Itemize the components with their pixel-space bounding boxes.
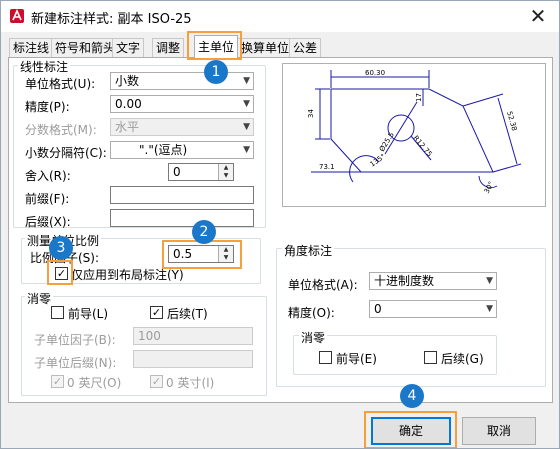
trailing-label[interactable]: 后续(T) <box>167 305 208 322</box>
close-button[interactable]: ✕ <box>523 3 553 29</box>
angular-leading-label[interactable]: 前导(E) <box>336 350 377 367</box>
suffix-label: 后缀(X): <box>25 215 71 229</box>
fraction-format-select[interactable]: 水平 ▼ <box>110 118 254 136</box>
preview-dim-small: 17 <box>415 93 423 102</box>
fraction-format-value: 水平 <box>115 120 140 134</box>
angular-precision-value: 0 <box>374 302 382 316</box>
window-title: 新建标注样式: 副本 ISO-25 <box>31 12 192 27</box>
angular-unit-format-value: 十进制度数 <box>374 274 435 288</box>
roundoff-value: 0 <box>173 165 181 179</box>
chevron-down-icon: ▼ <box>243 122 250 132</box>
chevron-down-icon: ▼ <box>243 145 250 155</box>
highlight-scale-factor <box>162 240 242 269</box>
unit-format-label: 单位格式(U): <box>25 77 96 91</box>
angular-group-title: 角度标注 <box>282 242 335 259</box>
trailing-checkbox[interactable]: ✓ <box>150 306 163 319</box>
suffix-input[interactable] <box>110 209 254 227</box>
tab-tolerances[interactable]: 公差 <box>289 38 322 58</box>
preview-dim-left: 34 <box>307 109 315 118</box>
preview-dim-bottom: 73.1 <box>319 163 335 171</box>
roundoff-label: 舍入(R): <box>25 169 71 183</box>
prefix-input[interactable] <box>110 186 254 204</box>
tab-fit[interactable]: 调整 <box>152 38 185 58</box>
highlight-ok-button <box>364 411 457 448</box>
callout-2: 2 <box>192 220 216 244</box>
highlight-layout-only <box>47 260 73 285</box>
feet-label[interactable]: 0 英尺(O) <box>67 374 121 391</box>
spin-down-icon[interactable]: ▼ <box>218 172 233 180</box>
precision-value: 0.00 <box>115 97 142 111</box>
tab-text[interactable]: 文字 <box>112 38 145 58</box>
zero-suppression-title: 消零 <box>25 290 54 307</box>
chevron-down-icon: ▼ <box>486 276 493 286</box>
linear-group-title: 线性标注 <box>18 58 71 75</box>
decimal-separator-value: "."(逗点) <box>139 143 188 157</box>
inches-checkbox[interactable]: ✓ <box>150 375 163 388</box>
app-icon <box>10 9 24 23</box>
precision-label: 精度(P): <box>25 100 70 114</box>
feet-checkbox[interactable]: ✓ <box>51 375 64 388</box>
chevron-down-icon: ▼ <box>486 304 493 314</box>
tab-dimension-lines[interactable]: 标注线 <box>9 38 54 58</box>
callout-1: 1 <box>204 60 228 84</box>
angular-precision-label: 精度(O): <box>288 306 335 320</box>
decimal-separator-select[interactable]: "."(逗点) ▼ <box>110 141 254 159</box>
angular-unit-format-label: 单位格式(A): <box>288 278 358 292</box>
callout-4: 4 <box>400 384 424 408</box>
inches-label[interactable]: 0 英寸(I) <box>166 374 214 391</box>
callout-3: 3 <box>49 236 73 260</box>
preview-dim-radius: R12.75 <box>411 134 433 158</box>
sub-factor-input[interactable]: 100 <box>133 327 253 345</box>
dimension-style-dialog: 新建标注样式: 副本 ISO-25 ✕ 标注线 符号和箭头 文字 调整 主单位 … <box>0 0 560 449</box>
angular-zero-suppression-title: 消零 <box>299 329 328 346</box>
dimension-preview-drawing: 60.30 34 17 52.38 R12.75 Ø25.5 135° 73.1… <box>307 69 522 195</box>
leading-checkbox[interactable] <box>51 306 64 319</box>
angular-leading-checkbox[interactable] <box>319 351 332 364</box>
sub-suffix-input[interactable] <box>133 350 253 368</box>
fraction-format-label: 分数格式(M): <box>25 123 97 137</box>
tab-alternate-units[interactable]: 换算单位 <box>237 38 294 58</box>
angular-precision-select[interactable]: 0 ▼ <box>369 300 497 318</box>
sub-factor-label: 子单位因子(B): <box>34 333 116 347</box>
tab-symbols-arrows[interactable]: 符号和箭头 <box>51 38 120 58</box>
chevron-down-icon: ▼ <box>243 76 250 86</box>
roundoff-spinner[interactable]: 0 ▲ ▼ <box>168 163 234 181</box>
preview-dim-diameter: Ø25.5 <box>378 131 396 153</box>
unit-format-select[interactable]: 小数 ▼ <box>110 72 254 90</box>
leading-label[interactable]: 前导(L) <box>68 305 108 322</box>
angular-trailing-checkbox[interactable] <box>424 351 437 364</box>
sub-suffix-label: 子单位后缀(N): <box>34 356 117 370</box>
angular-unit-format-select[interactable]: 十进制度数 ▼ <box>369 272 497 290</box>
cancel-button[interactable]: 取消 <box>462 417 536 445</box>
preview-box: 60.30 34 17 52.38 R12.75 Ø25.5 135° 73.1… <box>282 63 546 207</box>
preview-dim-angle: 135° <box>369 152 387 168</box>
unit-format-value: 小数 <box>115 74 140 88</box>
prefix-label: 前缀(F): <box>25 192 70 206</box>
precision-select[interactable]: 0.00 ▼ <box>110 95 254 113</box>
decimal-separator-label: 小数分隔符(C): <box>25 146 107 160</box>
title-bar: 新建标注样式: 副本 ISO-25 ✕ <box>1 1 559 32</box>
angular-trailing-label[interactable]: 后续(G) <box>441 350 484 367</box>
highlight-primary-units-tab <box>187 31 242 60</box>
preview-dim-bottom-right: 30° <box>483 180 496 195</box>
chevron-down-icon: ▼ <box>243 99 250 109</box>
spin-up-icon[interactable]: ▲ <box>218 164 233 172</box>
preview-dim-top: 60.30 <box>365 69 385 77</box>
